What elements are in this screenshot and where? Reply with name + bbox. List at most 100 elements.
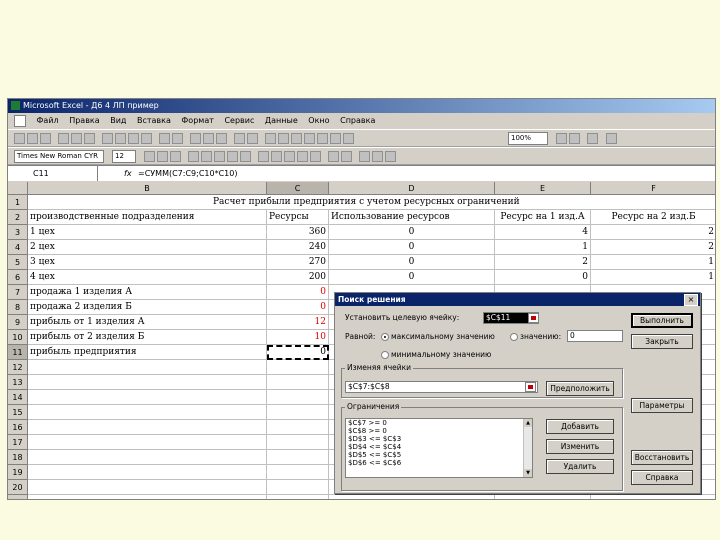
row-header[interactable]: 2 <box>8 210 28 225</box>
cell-c[interactable]: 0 <box>267 300 329 315</box>
cell-b[interactable] <box>28 495 267 499</box>
guess-button[interactable]: Предположить <box>546 381 614 396</box>
cell-c[interactable]: 360 <box>267 225 329 240</box>
copy-icon[interactable] <box>115 133 126 144</box>
cell-d[interactable]: 0 <box>329 255 495 270</box>
row-header[interactable]: 21 <box>8 495 28 499</box>
scroll-up-icon[interactable]: ▲ <box>524 419 532 427</box>
cell-c[interactable] <box>267 465 329 480</box>
workbook-icon[interactable] <box>14 114 26 127</box>
cell-c[interactable] <box>267 420 329 435</box>
borders-icon[interactable] <box>359 151 370 162</box>
table-icon[interactable] <box>317 133 328 144</box>
cell-e[interactable]: Ресурс на 1 изд.А <box>495 210 591 225</box>
zoom-select[interactable]: 100% <box>508 132 548 145</box>
bold-icon[interactable] <box>144 151 155 162</box>
row-header[interactable]: 12 <box>8 360 28 375</box>
constraint-item[interactable]: $D$4 <= $C$4 <box>348 443 532 451</box>
constraint-item[interactable]: $D$5 <= $C$5 <box>348 451 532 459</box>
cell-e[interactable]: 0 <box>495 270 591 285</box>
column-header-f[interactable]: F <box>591 182 715 195</box>
new-icon[interactable] <box>14 133 25 144</box>
cell-e[interactable] <box>495 195 591 210</box>
cell-b[interactable]: продажа 2 изделия Б <box>28 300 267 315</box>
align-right-icon[interactable] <box>214 151 225 162</box>
row-header[interactable]: 17 <box>8 435 28 450</box>
column-header-c[interactable]: C <box>267 182 329 195</box>
row-header[interactable]: 3 <box>8 225 28 240</box>
menu-format[interactable]: Формат <box>177 113 217 129</box>
spelling-icon[interactable] <box>84 133 95 144</box>
decrease-decimal-icon[interactable] <box>310 151 321 162</box>
row-header[interactable]: 9 <box>8 315 28 330</box>
cell-c[interactable]: 0 <box>267 285 329 300</box>
cell-b[interactable]: прибыль предприятия <box>28 345 267 360</box>
cell-b[interactable]: прибыль от 2 изделия Б <box>28 330 267 345</box>
solve-button[interactable]: Выполнить <box>631 313 693 328</box>
cell-c[interactable] <box>267 405 329 420</box>
save-icon[interactable] <box>40 133 51 144</box>
constraint-item[interactable]: $C$7 >= 0 <box>348 419 532 427</box>
font-size-select[interactable]: 12 <box>112 150 136 163</box>
cell-d[interactable]: 0 <box>329 240 495 255</box>
max-option[interactable]: максимальному значению <box>381 332 495 341</box>
menu-help[interactable]: Справка <box>336 113 379 129</box>
print-preview-icon[interactable] <box>71 133 82 144</box>
cell-b[interactable] <box>28 420 267 435</box>
drawing-icon[interactable] <box>291 133 302 144</box>
value-option[interactable]: значению: <box>510 332 561 341</box>
row-header[interactable]: 8 <box>8 300 28 315</box>
formula-input[interactable]: =СУММ(C7:C9;C10*C10) <box>138 166 237 181</box>
row-header[interactable]: 20 <box>8 480 28 495</box>
percent-icon[interactable] <box>271 151 282 162</box>
cell-e[interactable]: 1 <box>495 240 591 255</box>
constraint-item[interactable]: $C$8 >= 0 <box>348 427 532 435</box>
cell-b[interactable]: 1 цех <box>28 225 267 240</box>
reset-button[interactable]: Восстановить <box>631 450 693 465</box>
changing-cells-field[interactable]: $C$7:$C$8 <box>345 381 538 393</box>
cell-c[interactable]: 12 <box>267 315 329 330</box>
cell-c[interactable]: Ресурсы <box>267 210 329 225</box>
row-header[interactable]: 13 <box>8 375 28 390</box>
cell-c[interactable] <box>267 375 329 390</box>
open-icon[interactable] <box>27 133 38 144</box>
cell-c[interactable]: 200 <box>267 270 329 285</box>
constraint-item[interactable]: $D$3 <= $C$3 <box>348 435 532 443</box>
hyperlink-icon[interactable] <box>190 133 201 144</box>
column-header-b[interactable]: B <box>28 182 267 195</box>
row-header[interactable]: 4 <box>8 240 28 255</box>
delete-button[interactable]: Удалить <box>546 459 614 474</box>
cell-f[interactable]: 1 <box>591 255 715 270</box>
office-assistant-icon[interactable] <box>606 133 617 144</box>
cell-c[interactable] <box>267 360 329 375</box>
row-header[interactable]: 6 <box>8 270 28 285</box>
print-icon[interactable] <box>58 133 69 144</box>
cell-f[interactable]: 2 <box>591 225 715 240</box>
row-header[interactable]: 5 <box>8 255 28 270</box>
font-color-icon[interactable] <box>385 151 396 162</box>
row-header[interactable]: 15 <box>8 405 28 420</box>
increase-decimal-icon[interactable] <box>297 151 308 162</box>
cell-e[interactable] <box>495 495 591 499</box>
increase-indent-icon[interactable] <box>341 151 352 162</box>
cell-c[interactable]: 270 <box>267 255 329 270</box>
cell-b[interactable]: 3 цех <box>28 255 267 270</box>
cell-f[interactable]: 1 <box>591 270 715 285</box>
select-all-corner[interactable] <box>8 182 28 195</box>
menu-file[interactable]: Файл <box>33 113 63 129</box>
cell-c[interactable]: 240 <box>267 240 329 255</box>
cell-b[interactable]: производственные подразделения <box>28 210 267 225</box>
cell-d[interactable]: 0 <box>329 270 495 285</box>
row-header[interactable]: 10 <box>8 330 28 345</box>
cell-b[interactable] <box>28 480 267 495</box>
cell-b[interactable] <box>28 405 267 420</box>
cell-e[interactable]: 2 <box>495 255 591 270</box>
insert-icon[interactable] <box>343 133 354 144</box>
column-header-d[interactable]: D <box>329 182 495 195</box>
row-header[interactable]: 1 <box>8 195 28 210</box>
cell-b[interactable] <box>28 360 267 375</box>
change-button[interactable]: Изменить <box>546 439 614 454</box>
cell-e[interactable]: 4 <box>495 225 591 240</box>
value-field[interactable]: 0 <box>567 330 623 342</box>
underline-icon[interactable] <box>170 151 181 162</box>
